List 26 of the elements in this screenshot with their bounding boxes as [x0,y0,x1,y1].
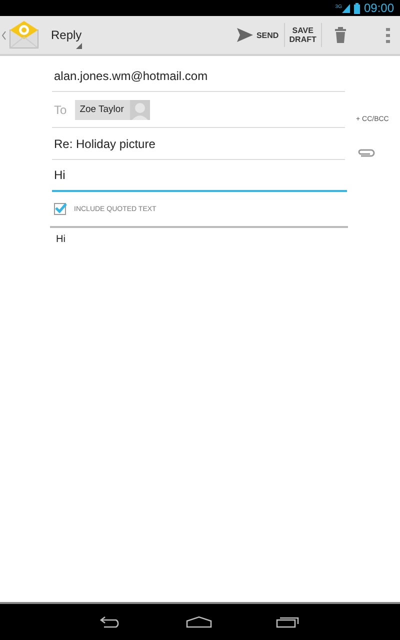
envelope-icon [9,21,39,49]
send-button[interactable]: SEND [232,16,284,54]
dropdown-corner-icon [76,43,82,49]
account-spinner[interactable]: Reply [51,16,84,54]
paperclip-icon [357,149,375,157]
back-caret-icon [2,30,6,40]
clock: 09:00 [364,1,394,15]
battery-icon [354,2,360,14]
quoted-text: Hi [55,233,66,245]
recipient-chip[interactable]: Zoe Taylor [74,100,150,120]
signal-icon [342,4,350,12]
attach-button[interactable] [357,149,375,157]
body-field[interactable]: Hi [52,160,347,192]
trash-icon [335,27,346,43]
recipient-field[interactable]: To Zoe Taylor [52,92,345,128]
include-quoted-checkbox[interactable] [54,203,66,215]
more-icon [386,27,390,43]
from-field[interactable]: alan.jones.wm@hotmail.com [52,60,345,92]
checkmark-icon [55,203,67,213]
to-label: To [54,102,67,116]
recent-apps-icon[interactable] [276,616,300,628]
contact-avatar-icon [130,100,150,120]
save-draft-button[interactable]: SAVE DRAFT [284,16,322,54]
home-icon[interactable] [186,616,212,628]
subject-field[interactable]: Re: Holiday picture [52,128,345,160]
send-icon [237,28,254,42]
